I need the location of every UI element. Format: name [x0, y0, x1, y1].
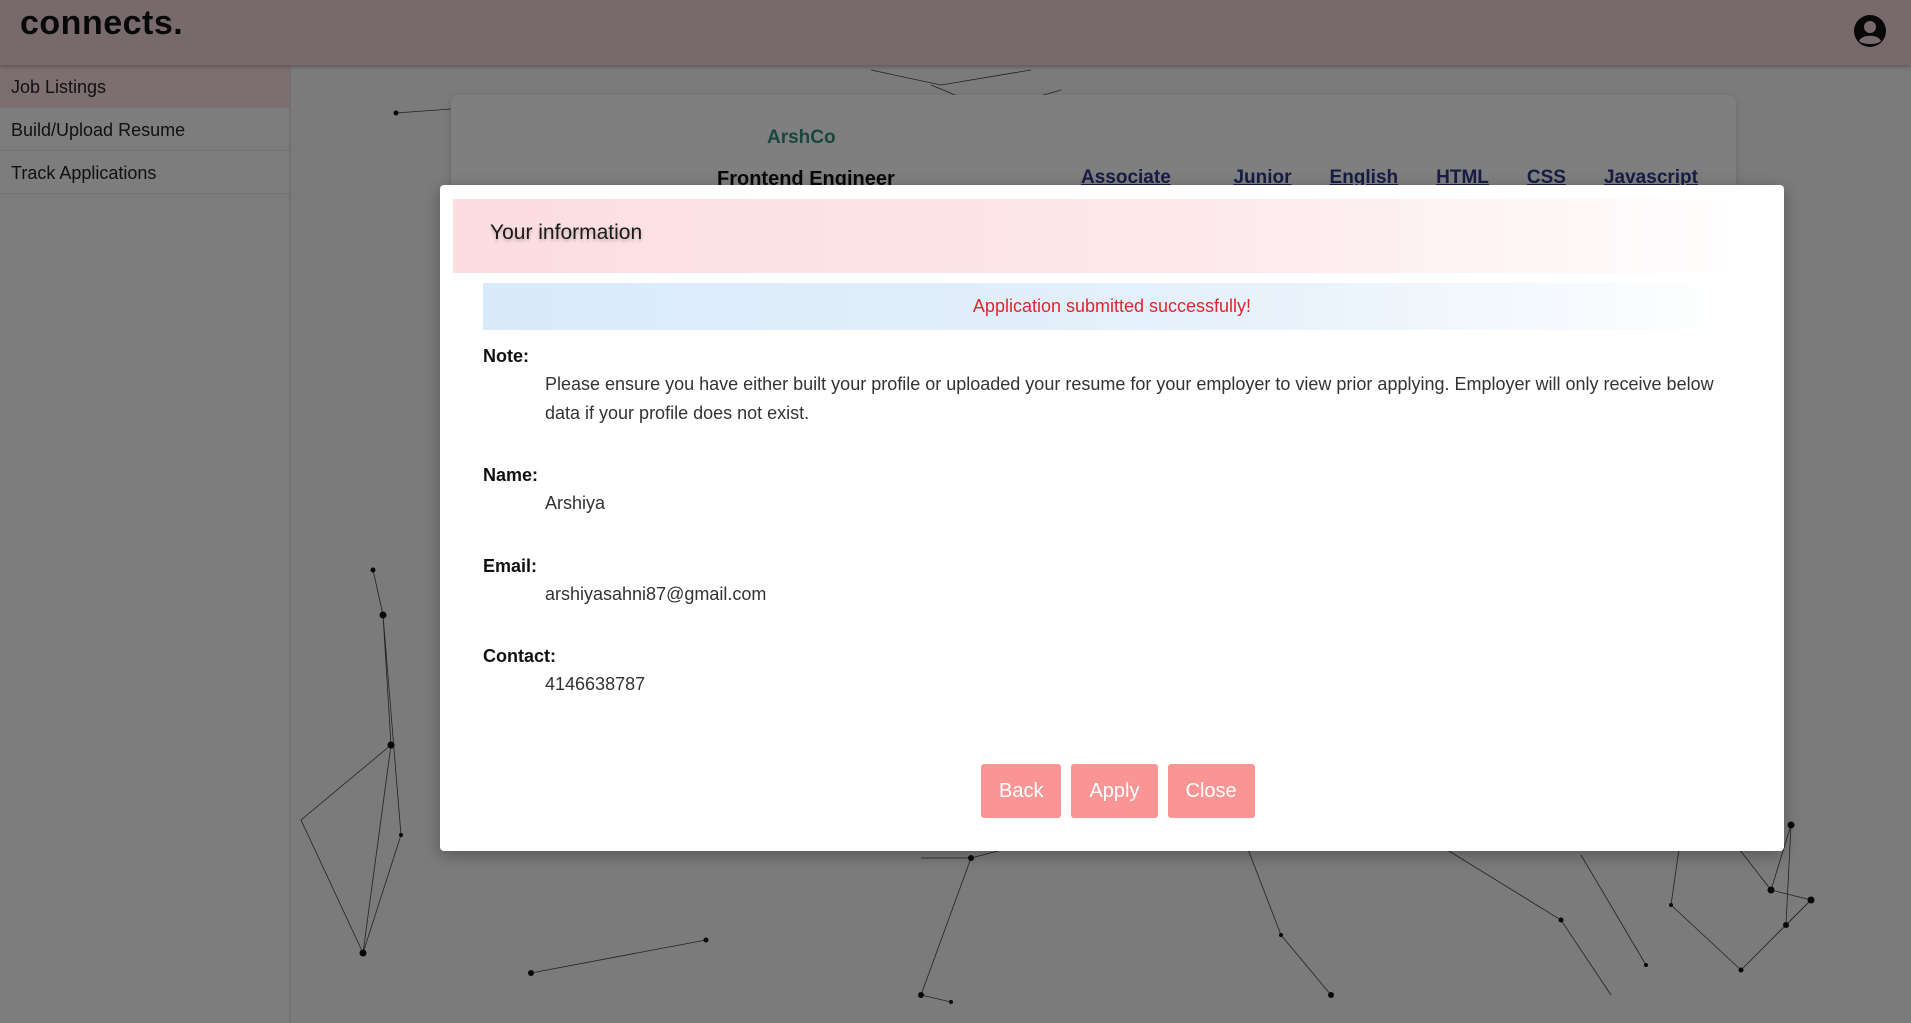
success-alert: Application submitted successfully! [483, 283, 1741, 330]
modal-header: Your information [453, 199, 1771, 273]
modal-actions: Back Apply Close [981, 764, 1265, 818]
back-button[interactable]: Back [981, 764, 1062, 818]
application-modal: Your information Application submitted s… [440, 185, 1784, 851]
email-label: Email: [483, 556, 538, 576]
name-value: Arshiya [545, 493, 606, 513]
contact-label: Contact: [483, 646, 556, 666]
modal-title: Your information [490, 221, 643, 244]
email-value: arshiyasahni87@gmail.com [545, 584, 767, 604]
apply-button[interactable]: Apply [1071, 764, 1158, 818]
note-label: Note: [483, 346, 529, 366]
note-text: Please ensure you have either built your… [545, 374, 1714, 423]
name-label: Name: [483, 465, 539, 485]
close-button[interactable]: Close [1167, 764, 1255, 818]
contact-value: 4146638787 [545, 674, 646, 694]
